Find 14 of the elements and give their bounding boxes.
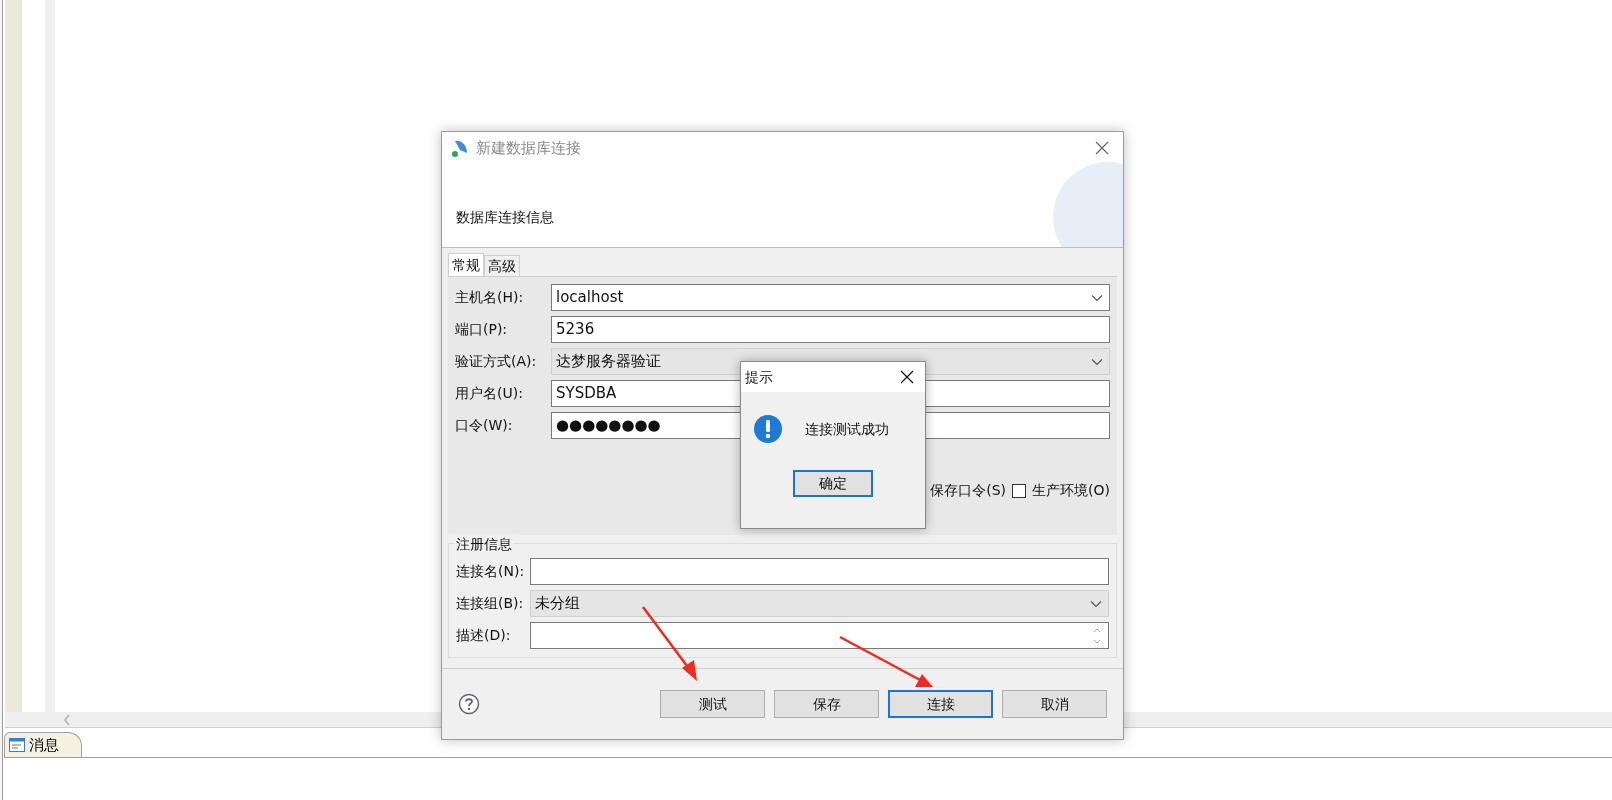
checkbox-label: 保存口令(S) [930,481,1007,500]
field-label: 描述(D): [456,626,512,645]
field-label: 主机名(H): [455,288,525,307]
alert-message: 连接测试成功 [805,419,889,439]
field-label: 端口(P): [455,320,509,339]
checkbox-label: 生产环境(O) [1032,481,1110,500]
field-label: 连接名(N): [456,562,526,581]
window-title: 新建数据库连接 [476,137,582,159]
alert-title: 提示 [745,367,774,387]
field-label: 口令(W): [455,416,514,435]
field-label: 连接组(B): [456,594,525,613]
dialog-heading: 数据库连接信息 [456,208,554,227]
field-label: 验证方式(A): [455,352,538,371]
field-label: 用户名(U): [455,384,524,403]
